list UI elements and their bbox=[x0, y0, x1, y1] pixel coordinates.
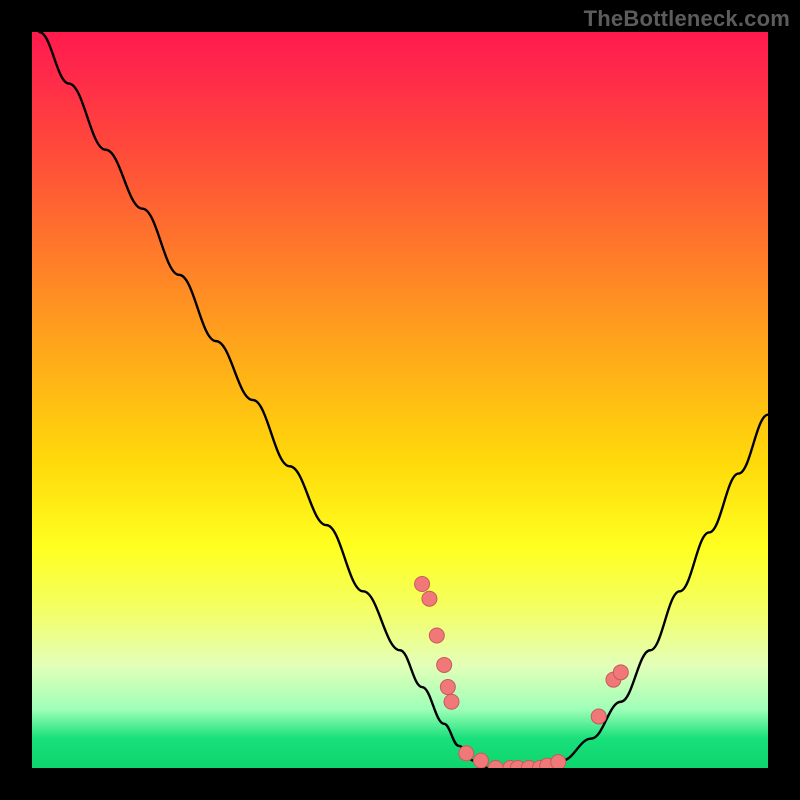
data-marker bbox=[613, 665, 628, 680]
watermark-text: TheBottleneck.com bbox=[584, 6, 790, 32]
data-marker bbox=[473, 753, 488, 768]
chart-svg bbox=[32, 32, 768, 768]
data-marker bbox=[551, 755, 566, 768]
data-marker bbox=[437, 657, 452, 672]
data-marker bbox=[488, 761, 503, 769]
data-marker bbox=[415, 577, 430, 592]
data-markers bbox=[415, 577, 629, 769]
data-marker bbox=[591, 709, 606, 724]
chart-stage: TheBottleneck.com bbox=[0, 0, 800, 800]
data-marker bbox=[459, 746, 474, 761]
bottleneck-curve bbox=[39, 32, 768, 768]
data-marker bbox=[429, 628, 444, 643]
data-marker bbox=[440, 680, 455, 695]
data-marker bbox=[422, 591, 437, 606]
data-marker bbox=[444, 694, 459, 709]
